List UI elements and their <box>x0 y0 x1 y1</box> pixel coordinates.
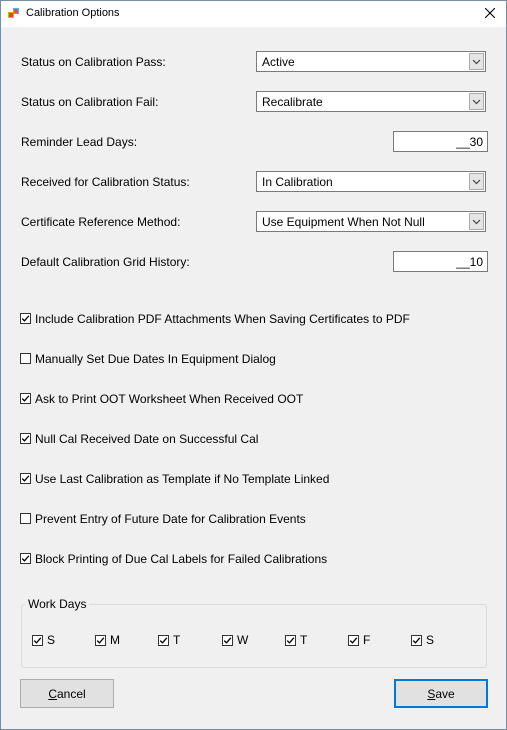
work-day-monday[interactable]: M <box>95 633 120 647</box>
checkbox[interactable] <box>348 634 359 646</box>
checkbox[interactable] <box>20 513 31 524</box>
checkmark-icon <box>412 636 421 644</box>
option-use-last-calibration-template[interactable]: Use Last Calibration as Template if No T… <box>20 471 329 486</box>
close-button[interactable] <box>474 1 506 27</box>
day-label: F <box>363 633 371 647</box>
checkmark-icon <box>223 636 232 644</box>
checkmark-icon <box>159 636 168 644</box>
option-label: Null Cal Received Date on Successful Cal <box>35 431 259 446</box>
reminder-lead-days-value: __30 <box>456 135 483 149</box>
checkbox[interactable] <box>20 473 31 484</box>
certificate-method-dropdown[interactable]: Use Equipment When Not Null <box>256 211 486 232</box>
cancel-label-rest: ancel <box>56 686 86 701</box>
work-day-friday[interactable]: F <box>348 633 370 647</box>
checkmark-icon <box>21 395 30 402</box>
checkbox[interactable] <box>20 313 31 324</box>
day-label: M <box>110 633 120 647</box>
checkbox[interactable] <box>20 393 31 404</box>
certificate-method-label: Certificate Reference Method: <box>21 215 181 229</box>
option-null-received-date[interactable]: Null Cal Received Date on Successful Cal <box>20 431 258 446</box>
checkmark-icon <box>33 636 42 644</box>
checkmark-icon <box>21 555 30 562</box>
day-label: W <box>237 633 249 647</box>
work-day-tuesday[interactable]: T <box>158 633 180 647</box>
reminder-lead-days-input[interactable]: __30 <box>393 131 488 152</box>
checkbox[interactable] <box>158 634 169 646</box>
grid-history-input[interactable]: __10 <box>393 251 488 272</box>
option-label: Block Printing of Due Cal Labels for Fai… <box>35 551 328 566</box>
chevron-down-icon[interactable] <box>469 93 484 110</box>
option-label: Prevent Entry of Future Date for Calibra… <box>35 511 306 526</box>
grid-history-value: __10 <box>456 255 483 269</box>
day-label: S <box>47 633 56 647</box>
checkbox[interactable] <box>20 353 31 364</box>
fail-status-dropdown[interactable]: Recalibrate <box>256 91 486 112</box>
title-bar: Calibration Options <box>1 1 506 27</box>
close-icon <box>484 7 496 21</box>
day-label: T <box>300 633 308 647</box>
checkbox[interactable] <box>411 634 422 646</box>
received-status-dropdown[interactable]: In Calibration <box>256 171 486 192</box>
certificate-method-value: Use Equipment When Not Null <box>262 215 425 229</box>
work-day-wednesday[interactable]: W <box>222 633 248 647</box>
checkmark-icon <box>21 475 30 482</box>
checkmark-icon <box>96 636 105 644</box>
app-icon <box>8 7 20 19</box>
work-days-title: Work Days <box>25 597 90 611</box>
option-label: Include Calibration PDF Attachments When… <box>35 311 410 326</box>
checkbox[interactable] <box>95 634 106 646</box>
checkmark-icon <box>349 636 358 644</box>
reminder-lead-days-label: Reminder Lead Days: <box>21 135 138 149</box>
dialog-body: Status on Calibration Pass: Active Statu… <box>1 27 506 729</box>
work-day-sunday[interactable]: S <box>32 633 55 647</box>
fail-status-value: Recalibrate <box>262 95 323 109</box>
checkbox[interactable] <box>20 553 31 564</box>
save-label-rest: ave <box>435 686 455 701</box>
checkmark-icon <box>286 636 295 644</box>
pass-status-value: Active <box>262 55 295 69</box>
calibration-options-window: Calibration Options Status on Calibratio… <box>0 0 507 730</box>
option-print-oot-worksheet[interactable]: Ask to Print OOT Worksheet When Received… <box>20 391 303 406</box>
option-prevent-future-date[interactable]: Prevent Entry of Future Date for Calibra… <box>20 511 306 526</box>
pass-status-dropdown[interactable]: Active <box>256 51 486 72</box>
cancel-mnemonic: C <box>48 686 57 701</box>
received-status-value: In Calibration <box>262 175 333 189</box>
option-label: Manually Set Due Dates In Equipment Dial… <box>35 351 276 366</box>
checkmark-icon <box>21 315 30 322</box>
day-label: S <box>426 633 435 647</box>
checkbox[interactable] <box>285 634 296 646</box>
chevron-down-icon[interactable] <box>469 173 484 190</box>
checkmark-icon <box>21 435 30 442</box>
save-button[interactable]: Save <box>394 679 488 708</box>
window-title: Calibration Options <box>26 7 120 19</box>
chevron-down-icon[interactable] <box>469 213 484 230</box>
fail-status-label: Status on Calibration Fail: <box>21 95 159 109</box>
option-label: Use Last Calibration as Template if No T… <box>35 471 330 486</box>
pass-status-label: Status on Calibration Pass: <box>21 55 166 69</box>
received-status-label: Received for Calibration Status: <box>21 175 190 189</box>
option-include-pdf-attachments[interactable]: Include Calibration PDF Attachments When… <box>20 311 410 326</box>
chevron-down-icon[interactable] <box>469 53 484 70</box>
checkbox[interactable] <box>222 634 233 646</box>
cancel-button[interactable]: Cancel <box>20 679 114 708</box>
option-label: Ask to Print OOT Worksheet When Received… <box>35 391 304 406</box>
save-mnemonic: S <box>427 686 436 701</box>
work-day-thursday[interactable]: T <box>285 633 307 647</box>
grid-history-label: Default Calibration Grid History: <box>21 255 190 269</box>
checkbox[interactable] <box>32 634 43 646</box>
work-day-saturday[interactable]: S <box>411 633 434 647</box>
option-block-due-cal-labels[interactable]: Block Printing of Due Cal Labels for Fai… <box>20 551 327 566</box>
option-manual-due-dates[interactable]: Manually Set Due Dates In Equipment Dial… <box>20 351 276 366</box>
day-label: T <box>173 633 181 647</box>
checkbox[interactable] <box>20 433 31 444</box>
